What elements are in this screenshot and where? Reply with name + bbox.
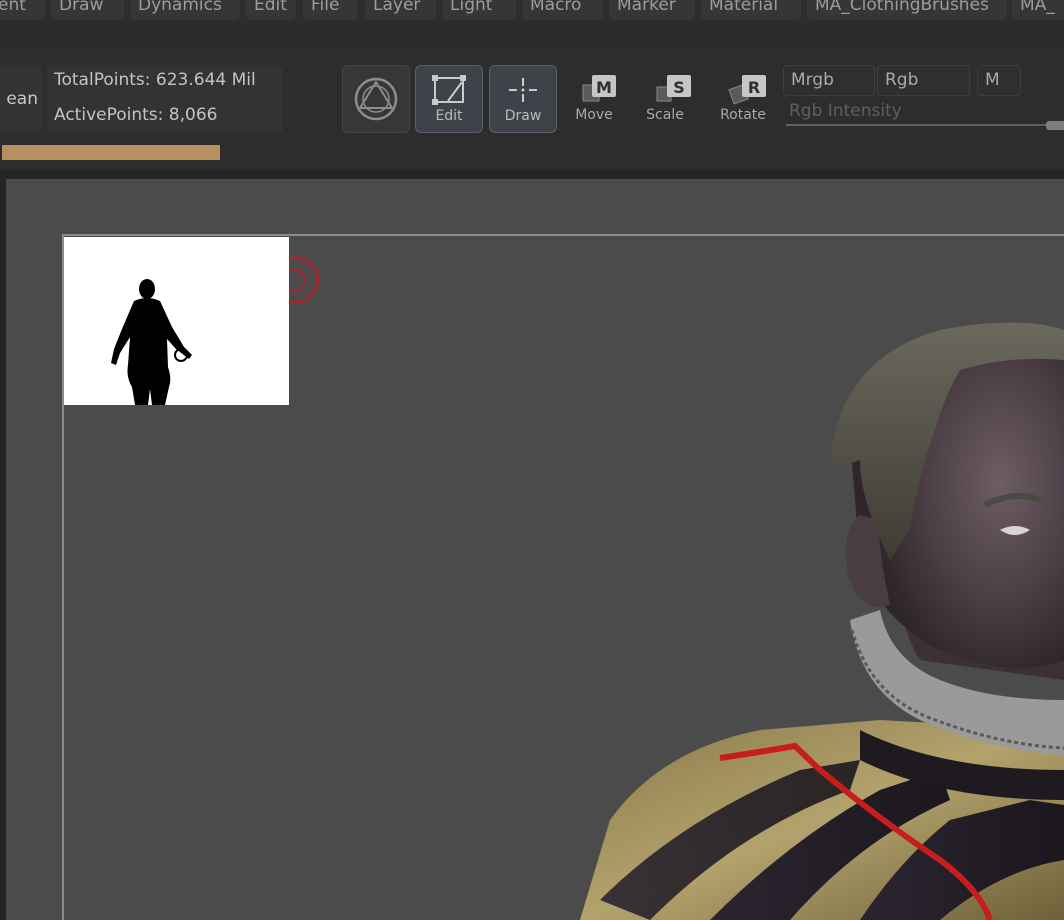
edit-icon	[432, 75, 466, 105]
menu-item-draw[interactable]: Draw	[51, 0, 124, 20]
draw-mode-button[interactable]: Draw	[489, 65, 557, 133]
menu-item-ma-more[interactable]: MA_	[1012, 0, 1064, 20]
scale-label: Scale	[646, 107, 684, 123]
draw-label: Draw	[504, 108, 542, 124]
edit-label: Edit	[435, 108, 463, 124]
edit-mode-button[interactable]: Edit	[415, 65, 483, 133]
menu-item-document[interactable]: ent	[0, 0, 45, 20]
progress-bar	[2, 145, 220, 160]
rgb-button[interactable]: Rgb	[877, 65, 970, 96]
rotate-key: R	[748, 78, 760, 97]
mrgb-button[interactable]: Mrgb	[783, 65, 875, 96]
scale-mode-button[interactable]: S Scale	[633, 65, 697, 133]
rotate-mode-button[interactable]: R Rotate	[711, 65, 775, 133]
move-label: Move	[575, 107, 613, 123]
rotate-label: Rotate	[720, 107, 766, 123]
move-icon: M	[582, 75, 616, 102]
points-stats-panel: TotalPoints: 623.644 Mil ActivePoints: 8…	[47, 65, 283, 133]
move-key: M	[596, 78, 612, 97]
menu-item-dynamics[interactable]: Dynamics	[130, 0, 240, 20]
menu-item-layer[interactable]: Layer	[365, 0, 436, 20]
rgb-intensity-label: Rgb Intensity	[789, 101, 902, 121]
rotate-icon: R	[728, 75, 766, 105]
gizmo-icon	[354, 77, 398, 121]
draw-crosshair-icon	[509, 78, 537, 102]
navigator-thumbnail[interactable]	[64, 237, 289, 405]
sculpt-model-render[interactable]	[560, 300, 1064, 920]
menu-bar: ent Draw Dynamics Edit File Layer Light …	[0, 0, 1064, 22]
top-toolbar: ean TotalPoints: 623.644 Mil ActivePoint…	[0, 50, 1064, 170]
menu-item-marker[interactable]: Marker	[609, 0, 695, 20]
menu-item-light[interactable]: Light	[442, 0, 516, 20]
scale-key: S	[673, 78, 685, 97]
scale-icon: S	[656, 75, 691, 102]
move-mode-button[interactable]: M Move	[562, 65, 626, 133]
gizmo-toggle-button[interactable]	[342, 65, 410, 133]
progress-bar-fill	[2, 145, 220, 160]
menu-item-macro[interactable]: Macro	[522, 0, 603, 20]
clean-button[interactable]: ean	[0, 65, 42, 133]
menu-item-file[interactable]: File	[303, 0, 358, 20]
rgb-intensity-knob[interactable]	[1046, 121, 1064, 130]
menu-item-material[interactable]: Material	[701, 0, 801, 20]
focal-point-marker-icon	[288, 256, 320, 304]
rgb-intensity-slider[interactable]	[786, 124, 1046, 126]
model-silhouette-icon	[111, 279, 192, 405]
zbrush-window: ent Draw Dynamics Edit File Layer Light …	[0, 0, 1064, 920]
total-points-readout: TotalPoints: 623.644 Mil	[54, 70, 256, 90]
active-points-readout: ActivePoints: 8,066	[54, 105, 218, 125]
menu-item-edit[interactable]: Edit	[246, 0, 296, 20]
menu-item-ma-clothingbrushes[interactable]: MA_ClothingBrushes	[807, 0, 1007, 20]
m-button[interactable]: M	[977, 65, 1021, 96]
